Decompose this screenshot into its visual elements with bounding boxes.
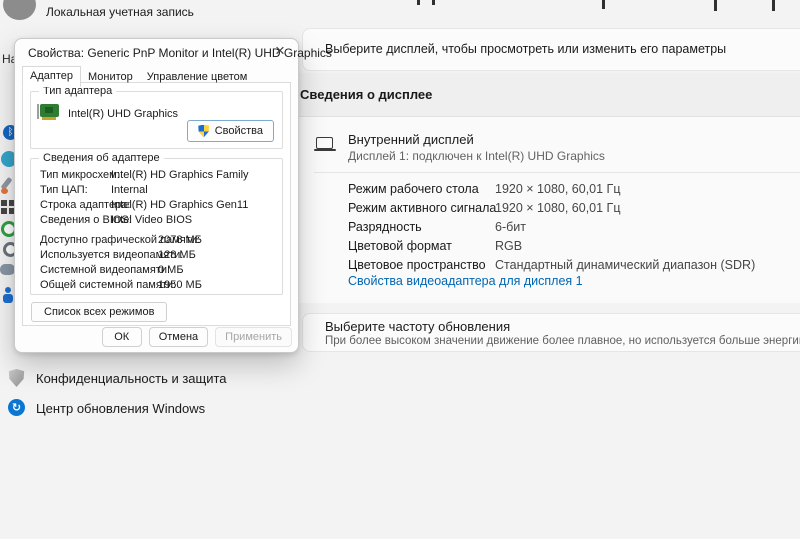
clipped-heading-fragment [602, 0, 605, 9]
account-avatar[interactable] [3, 0, 36, 20]
accessibility-icon[interactable] [3, 294, 13, 303]
tab-adapter[interactable]: Адаптер [22, 66, 81, 87]
adapter-properties-button[interactable]: Свойства [187, 120, 274, 142]
cancel-button[interactable]: Отмена [149, 327, 208, 347]
adapter-info-row: Строка адаптера:Intel(R) HD Graphics Gen… [40, 199, 278, 212]
sidebar-item-windows-update[interactable]: Центр обновления Windows [36, 401, 205, 416]
adapter-info-row: Сведения о BIOS:Intel Video BIOS [40, 214, 278, 227]
display-connection: Дисплей 1: подключен к Intel(R) UHD Grap… [348, 149, 605, 163]
apps-icon[interactable] [1, 200, 7, 206]
select-display-hint: Выберите дисплей, чтобы просмотреть или … [303, 29, 800, 70]
adapter-memory-row: Общей системной памяти:1950 МБ [40, 279, 278, 292]
adapter-memory-row: Доступно графической памяти:2078 МБ [40, 234, 278, 247]
clipped-heading-fragment [772, 0, 775, 11]
display-name: Внутренний дисплей [348, 132, 474, 147]
account-type-label: Локальная учетная запись [46, 5, 194, 19]
tab-color-management[interactable]: Управление цветом [140, 69, 255, 86]
apply-button[interactable]: Применить [215, 327, 292, 347]
accessibility-icon[interactable] [5, 287, 11, 293]
sidebar-item-privacy[interactable]: Конфиденциальность и защита [36, 371, 227, 386]
gamepad-icon[interactable] [0, 264, 15, 275]
info-row: Цветовой формат RGB [348, 239, 452, 255]
display-adapter-properties-link[interactable]: Свойства видеоадаптера для дисплея 1 [348, 274, 583, 288]
select-display-card: Выберите дисплей, чтобы просмотреть или … [302, 28, 800, 71]
refresh-rate-title: Выберите частоту обновления [325, 319, 510, 334]
tab-page-adapter: Тип адаптера Intel(R) UHD Graphics Свойс… [22, 82, 291, 326]
adapter-memory-row: Системной видеопамяти:0 МБ [40, 264, 278, 277]
uac-shield-icon [198, 125, 210, 138]
clipped-heading-fragment [432, 0, 435, 5]
dialog-tabs: Адаптер Монитор Управление цветом [22, 66, 254, 86]
adapter-info-row: Тип ЦАП:Internal [40, 184, 278, 197]
laptop-display-icon [314, 137, 336, 154]
tab-monitor[interactable]: Монитор [81, 69, 140, 86]
close-icon[interactable]: × [270, 41, 290, 61]
group-legend: Сведения об адаптере [39, 152, 164, 164]
adapter-properties-dialog: Свойства: Generic PnP Monitor и Intel(R)… [14, 38, 299, 353]
info-row: Цветовое пространство Стандартный динами… [348, 258, 486, 274]
clipped-heading-fragment [714, 0, 717, 11]
refresh-rate-subtitle: При более высоком значении движение боле… [325, 335, 800, 347]
display-info-title: Сведения о дисплее [288, 73, 800, 116]
info-row: Разрядность 6-бит [348, 220, 422, 236]
adapter-memory-row: Используется видеопамяти:128 МБ [40, 249, 278, 262]
info-row: Режим рабочего стола 1920 × 1080, 60,01 … [348, 182, 479, 198]
settings-window: Локальная учетная запись На ᛒ Конфиденци… [0, 0, 800, 539]
adapter-type-group: Тип адаптера Intel(R) UHD Graphics Свойс… [30, 91, 283, 149]
gpu-card-icon [37, 103, 62, 122]
personalization-brush-icon[interactable] [1, 188, 8, 194]
windows-update-icon[interactable]: ↻ [8, 399, 25, 416]
clipped-heading-fragment [417, 0, 420, 5]
refresh-rate-card: Выберите частоту обновления При более вы… [302, 313, 800, 352]
ok-button[interactable]: ОК [102, 327, 142, 347]
adapter-info-group: Сведения об адаптере Тип микросхем:Intel… [30, 158, 283, 295]
display-info-body: Внутренний дисплей Дисплей 1: подключен … [288, 117, 800, 303]
adapter-name: Intel(R) UHD Graphics [68, 108, 178, 120]
divider [314, 172, 800, 173]
privacy-shield-icon[interactable] [8, 369, 25, 387]
dialog-footer: ОК Отмена Применить [102, 327, 292, 347]
adapter-info-row: Тип микросхем:Intel(R) HD Graphics Famil… [40, 169, 278, 182]
display-info-expander-header[interactable]: Сведения о дисплее [288, 73, 800, 117]
info-row: Режим активного сигнала 1920 × 1080, 60,… [348, 201, 496, 217]
list-all-modes-button[interactable]: Список всех режимов [31, 302, 167, 322]
